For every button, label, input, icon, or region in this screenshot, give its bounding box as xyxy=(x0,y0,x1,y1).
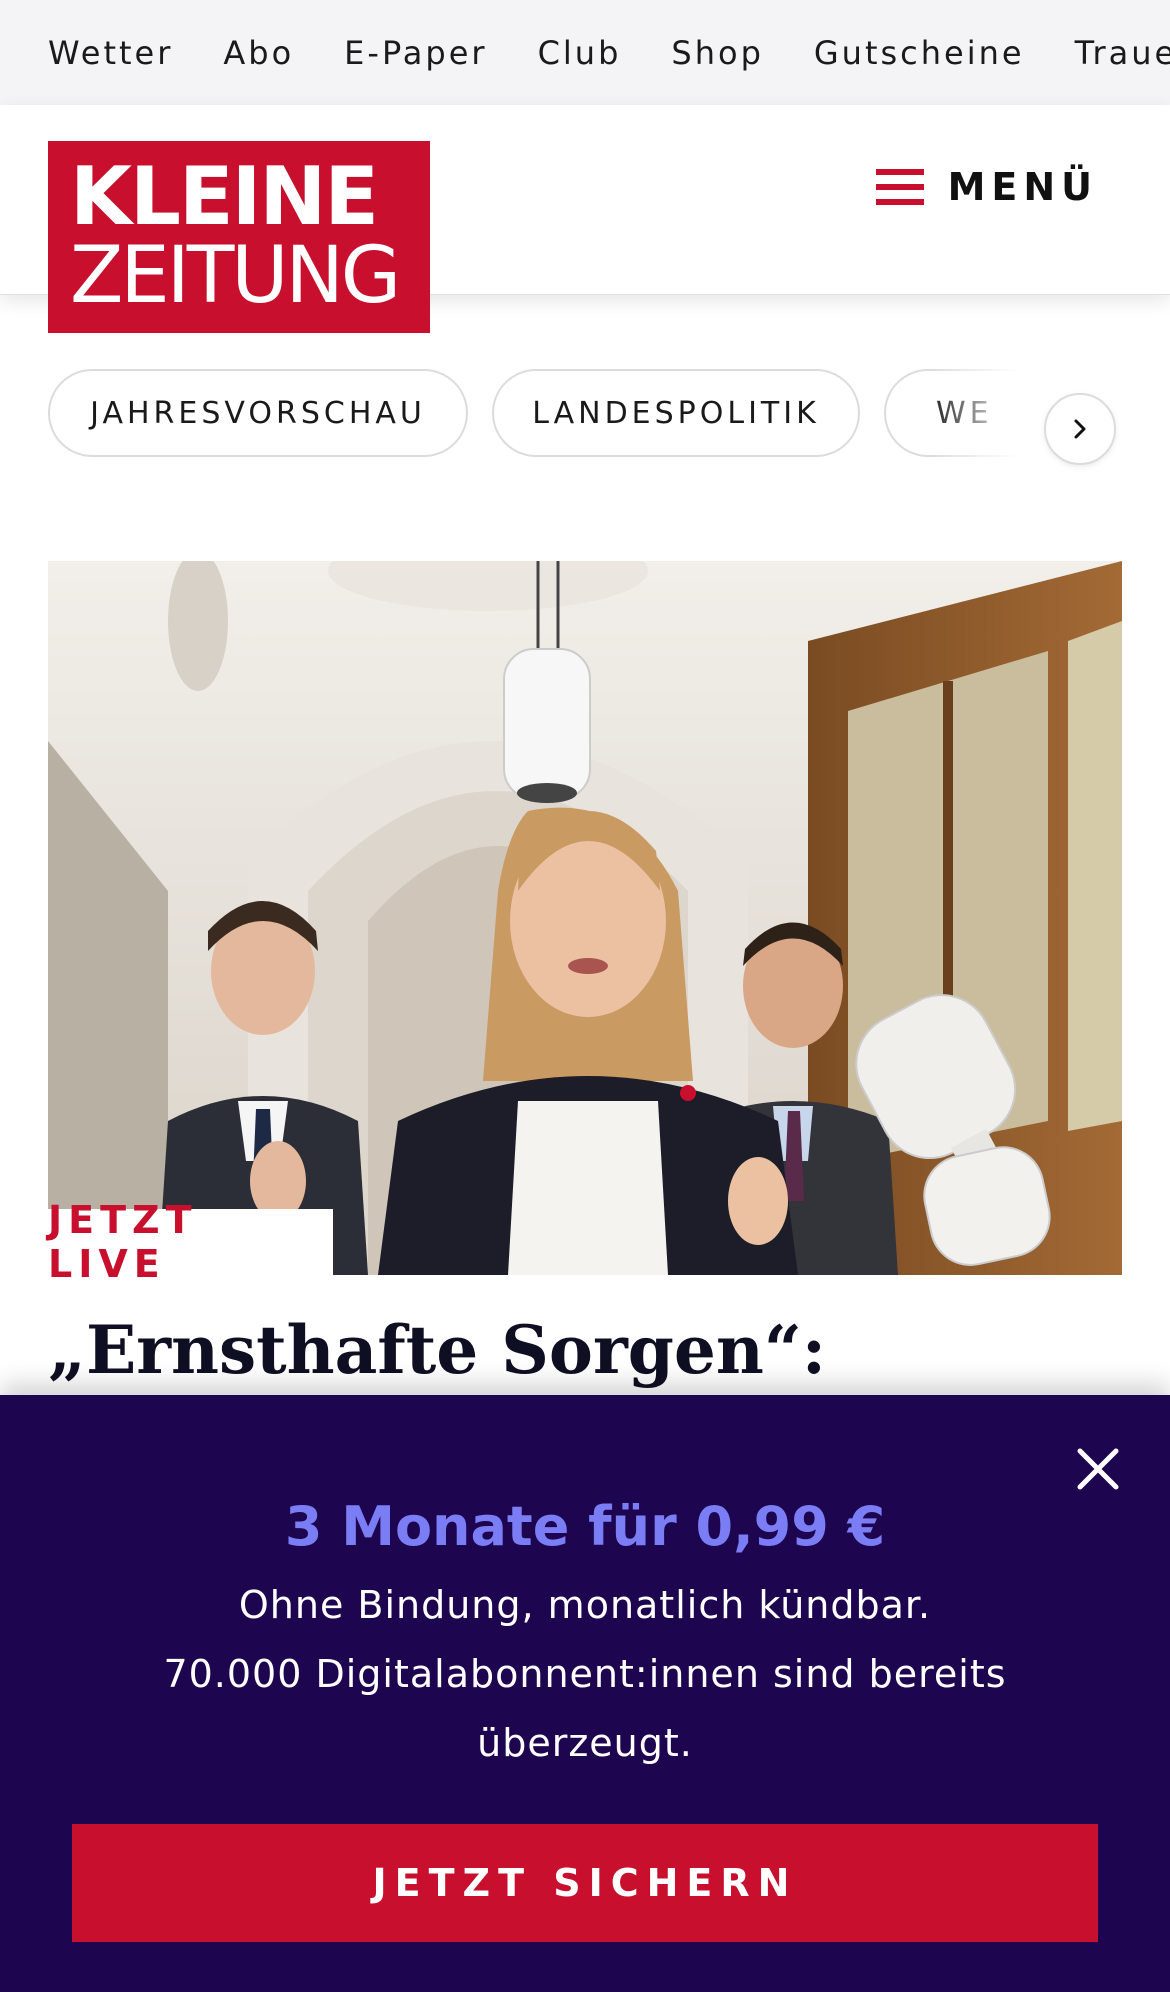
top-utility-links: Wetter Abo E-Paper Club Shop Gutscheine … xyxy=(48,0,1170,105)
topbar-link-shop[interactable]: Shop xyxy=(671,34,763,72)
jetzt-sichern-button[interactable]: JETZT SICHERN xyxy=(72,1824,1098,1942)
hero-photo-illustration xyxy=(48,561,1122,1275)
topbar-link-club[interactable]: Club xyxy=(538,34,622,72)
close-icon[interactable] xyxy=(1074,1445,1122,1493)
topbar-link-epaper[interactable]: E-Paper xyxy=(344,34,487,72)
hamburger-icon xyxy=(875,169,924,205)
logo-line-1: KLEINE xyxy=(70,150,379,243)
article-hero-image[interactable] xyxy=(48,561,1122,1275)
topbar-link-trauerportal[interactable]: Trauerp xyxy=(1075,34,1170,72)
article-headline[interactable]: „Ernsthafte Sorgen“: xyxy=(48,1310,1122,1390)
chip-landespolitik[interactable]: LANDESPOLITIK xyxy=(492,369,860,457)
promo-line-2: 70.000 Digitalabonnent:innen sind bereit… xyxy=(163,1652,1007,1696)
promo-description: Ohne Bindung, monatlich kündbar. 70.000 … xyxy=(150,1571,1020,1778)
chevron-right-icon xyxy=(1074,419,1086,439)
promo-line-3: überzeugt. xyxy=(477,1721,693,1765)
topbar-link-abo[interactable]: Abo xyxy=(223,34,294,72)
promo-title: 3 Monate für 0,99 € xyxy=(284,1495,886,1558)
chip-jahresvorschau[interactable]: JAHRESVORSCHAU xyxy=(48,369,468,457)
subscription-promo-overlay: 3 Monate für 0,99 € Ohne Bindung, monatl… xyxy=(0,1395,1170,1992)
promo-line-1: Ohne Bindung, monatlich kündbar. xyxy=(238,1583,932,1627)
menu-label: MENÜ xyxy=(947,165,1098,209)
site-logo[interactable]: KLEINE ZEITUNG xyxy=(48,141,430,333)
site-header: KLEINE ZEITUNG MENÜ xyxy=(0,105,1170,333)
topbar-link-wetter[interactable]: Wetter xyxy=(48,34,173,72)
live-badge: JETZT LIVE xyxy=(48,1198,333,1286)
logo-line-2: ZEITUNG xyxy=(70,231,401,321)
topbar-link-gutscheine[interactable]: Gutscheine xyxy=(814,34,1025,72)
category-chip-row: JAHRESVORSCHAU LANDESPOLITIK WE xyxy=(48,369,1122,461)
chip-scroll-right-button[interactable] xyxy=(1044,393,1116,465)
top-utility-bar: Wetter Abo E-Paper Club Shop Gutscheine … xyxy=(0,0,1170,105)
menu-button[interactable]: MENÜ xyxy=(875,165,1098,209)
